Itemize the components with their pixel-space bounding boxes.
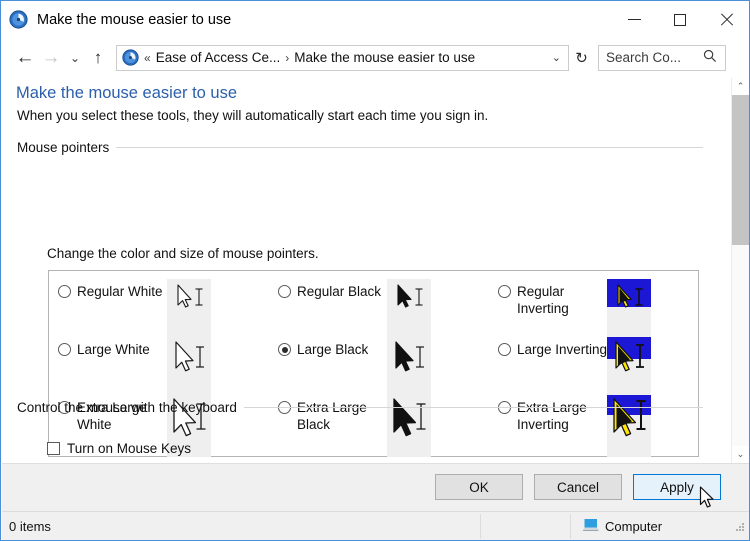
- maximize-button[interactable]: [657, 1, 703, 38]
- address-ease-of-access-icon: [122, 49, 139, 66]
- up-button[interactable]: ↑: [86, 43, 110, 73]
- pointer-preview-regular-inverting: [607, 279, 651, 341]
- page-title: Make the mouse easier to use: [16, 84, 238, 102]
- status-separator: [480, 514, 481, 539]
- scroll-down-button[interactable]: ⌄: [732, 446, 749, 463]
- pointer-option-regular-black[interactable]: Regular Black: [278, 283, 393, 300]
- scrollbar-thumb[interactable]: [732, 95, 749, 245]
- pointer-preview-large-white: [167, 337, 211, 399]
- radio-regular-black[interactable]: [278, 285, 291, 298]
- recent-locations-button[interactable]: ⌄: [64, 43, 86, 73]
- radio-large-inverting[interactable]: [498, 343, 511, 356]
- breadcrumb-item-current[interactable]: Make the mouse easier to use: [294, 50, 475, 65]
- vertical-scrollbar[interactable]: ⌃ ⌄: [731, 78, 749, 463]
- address-bar[interactable]: « Ease of Access Ce... › Make the mouse …: [116, 44, 569, 71]
- section-header-keyboard: Control the mouse with the keyboard: [17, 400, 703, 415]
- search-input[interactable]: Search Co...: [606, 50, 681, 65]
- apply-button-label: Apply: [660, 479, 694, 495]
- refresh-button[interactable]: ↻: [569, 45, 594, 71]
- maximize-icon: [674, 13, 686, 26]
- navigation-bar: ← → ⌄ ↑ « Ease of Access Ce... › Make th…: [1, 38, 749, 77]
- dialog-footer: OK Cancel Apply: [2, 463, 749, 512]
- pointer-option-large-black[interactable]: Large Black: [278, 341, 393, 358]
- chevron-down-icon: ⌄: [736, 449, 745, 459]
- search-icon: [703, 49, 717, 66]
- pointer-label-large-black: Large Black: [297, 342, 369, 357]
- title-bar: Make the mouse easier to use: [1, 1, 749, 38]
- pointer-preview-regular-black: [387, 279, 431, 341]
- section-header-mouse-pointers: Mouse pointers: [17, 140, 703, 155]
- up-arrow-icon: ↑: [93, 47, 103, 67]
- mouse-pointer-options-group: Regular White Regular Black Regular Inve…: [48, 270, 699, 457]
- status-item-count: 0 items: [9, 518, 51, 534]
- control-panel-window: Make the mouse easier to use ← → ⌄ ↑ « E…: [0, 0, 750, 541]
- content-pane: Make the mouse easier to use When you se…: [2, 78, 732, 463]
- pointer-label-large-inverting: Large Inverting: [517, 342, 608, 357]
- status-computer: Computer: [582, 512, 663, 540]
- section-header-mouse-pointers-label: Mouse pointers: [17, 140, 110, 155]
- section-header-keyboard-label: Control the mouse with the keyboard: [17, 400, 237, 415]
- pointer-option-large-white[interactable]: Large White: [58, 341, 173, 358]
- cancel-button[interactable]: Cancel: [534, 474, 622, 500]
- pointer-label-regular-black: Regular Black: [297, 284, 382, 299]
- computer-icon: [582, 518, 599, 536]
- checkbox-turn-on-mouse-keys[interactable]: [47, 442, 60, 455]
- forward-button[interactable]: →: [38, 43, 64, 73]
- pointer-option-regular-inverting[interactable]: Regular Inverting: [498, 283, 613, 317]
- ok-button[interactable]: OK: [435, 474, 523, 500]
- pointer-option-regular-white[interactable]: Regular White: [58, 283, 173, 300]
- resize-grip[interactable]: [734, 519, 745, 537]
- back-arrow-icon: ←: [15, 46, 35, 68]
- pointer-preview-large-black: [387, 337, 431, 399]
- close-button[interactable]: [703, 1, 749, 38]
- radio-regular-white[interactable]: [58, 285, 71, 298]
- status-separator: [570, 514, 571, 539]
- status-bar: 0 items Computer: [2, 511, 749, 540]
- ease-of-access-icon: [9, 10, 28, 29]
- breadcrumb-item-ease-of-access[interactable]: Ease of Access Ce...: [156, 50, 281, 65]
- search-box[interactable]: Search Co...: [598, 44, 726, 71]
- page-subtitle: When you select these tools, they will a…: [17, 108, 489, 123]
- content-inner: Make the mouse easier to use When you se…: [2, 78, 717, 463]
- pointer-option-large-inverting[interactable]: Large Inverting: [498, 341, 613, 358]
- radio-regular-inverting[interactable]: [498, 285, 511, 298]
- section-divider: [243, 407, 703, 408]
- pointer-label-regular-white: Regular White: [77, 284, 163, 299]
- pointers-description: Change the color and size of mouse point…: [47, 246, 319, 261]
- mouse-keys-checkbox-row[interactable]: Turn on Mouse Keys: [47, 441, 191, 456]
- cancel-button-label: Cancel: [556, 479, 600, 495]
- back-button[interactable]: ←: [12, 43, 38, 73]
- chevron-down-icon: ⌄: [69, 50, 81, 65]
- window-title: Make the mouse easier to use: [37, 11, 232, 28]
- pointer-preview-regular-white: [167, 279, 211, 341]
- minimize-icon: [627, 19, 641, 20]
- breadcrumb-separator-icon: ›: [285, 50, 290, 65]
- ok-button-label: OK: [469, 479, 489, 495]
- close-icon: [720, 13, 733, 26]
- section-divider: [116, 147, 703, 148]
- forward-arrow-icon: →: [41, 46, 61, 68]
- chevron-up-icon: ⌃: [736, 81, 745, 91]
- computer-label: Computer: [605, 519, 663, 534]
- pointer-label-regular-inverting: Regular Inverting: [517, 284, 569, 316]
- scroll-up-button[interactable]: ⌃: [732, 78, 749, 95]
- mouse-keys-label: Turn on Mouse Keys: [67, 441, 192, 456]
- refresh-icon: ↻: [575, 49, 588, 67]
- breadcrumb-overflow-icon[interactable]: «: [144, 51, 151, 65]
- pointer-preview-large-inverting: [607, 337, 651, 399]
- radio-large-white[interactable]: [58, 343, 71, 356]
- address-dropdown-icon[interactable]: ⌄: [552, 51, 561, 64]
- apply-button[interactable]: Apply: [633, 474, 721, 500]
- pointer-label-large-white: Large White: [77, 342, 150, 357]
- caption-buttons: [611, 1, 749, 38]
- minimize-button[interactable]: [611, 1, 657, 38]
- radio-large-black[interactable]: [278, 343, 291, 356]
